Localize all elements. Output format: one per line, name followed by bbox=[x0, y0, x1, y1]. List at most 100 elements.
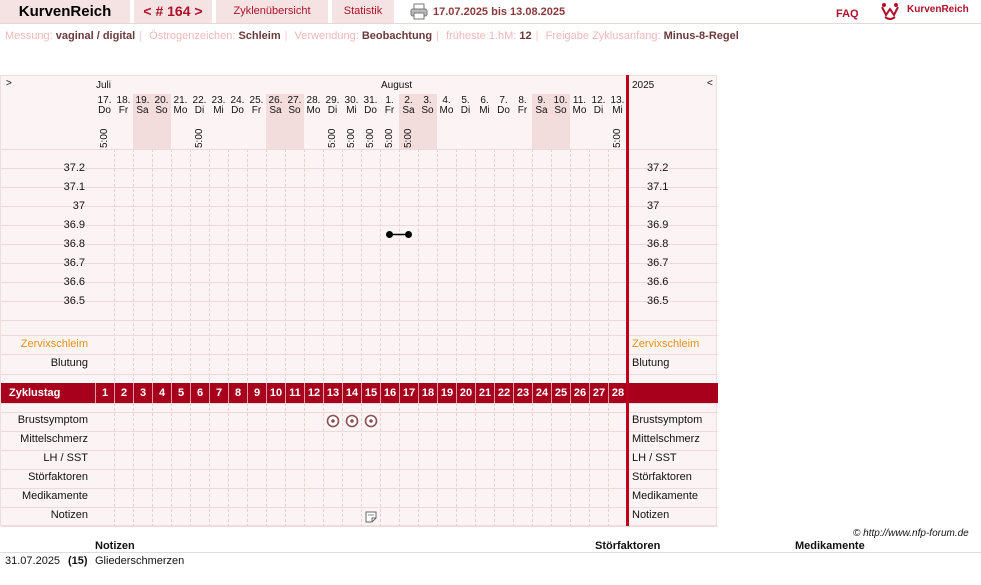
cycle-day[interactable]: 21 bbox=[475, 383, 494, 403]
cycle-day[interactable]: 15 bbox=[361, 383, 380, 403]
day-header[interactable]: 4. Mo bbox=[437, 96, 456, 116]
cycle-day[interactable]: 19 bbox=[437, 383, 456, 403]
statistics-link[interactable]: Statistik bbox=[332, 0, 394, 23]
day-header[interactable]: 31. Do bbox=[361, 96, 380, 116]
day-header[interactable]: 2. Sa bbox=[399, 96, 418, 116]
cycle-day[interactable]: 17 bbox=[399, 383, 418, 403]
year-label: 2025 bbox=[632, 80, 655, 91]
temp-point[interactable] bbox=[405, 231, 412, 238]
weekday: So bbox=[421, 105, 434, 116]
day-header[interactable]: 19. Sa bbox=[133, 96, 152, 116]
weekday: Fr bbox=[251, 105, 262, 116]
day-header[interactable]: 22. Di bbox=[190, 96, 209, 116]
grid-line bbox=[494, 149, 495, 381]
cycle-day[interactable]: 13 bbox=[323, 383, 342, 403]
measure-time: 5:00 bbox=[403, 128, 414, 148]
day-header[interactable]: 20. So bbox=[152, 96, 171, 116]
cycle-day[interactable]: 6 bbox=[190, 383, 209, 403]
row-line bbox=[1, 526, 718, 527]
cycle-day[interactable]: 4 bbox=[152, 383, 171, 403]
row-line bbox=[1, 187, 718, 188]
cycle-day[interactable]: 25 bbox=[551, 383, 570, 403]
day-header[interactable]: 26. Sa bbox=[266, 96, 285, 116]
cycle-day[interactable]: 8 bbox=[228, 383, 247, 403]
cycle-day[interactable]: 2 bbox=[114, 383, 133, 403]
cycle-day[interactable]: 28 bbox=[608, 383, 627, 403]
cycle-day[interactable]: 26 bbox=[570, 383, 589, 403]
breast-symptom-icon[interactable] bbox=[364, 414, 378, 428]
cycle-day[interactable]: 18 bbox=[418, 383, 437, 403]
cycle-day[interactable]: 24 bbox=[532, 383, 551, 403]
day-header[interactable]: 10. So bbox=[551, 96, 570, 116]
day-header[interactable]: 27. So bbox=[285, 96, 304, 116]
grid-line bbox=[551, 149, 552, 381]
weekday: Di bbox=[327, 105, 338, 116]
cycle-day[interactable]: 20 bbox=[456, 383, 475, 403]
day-header[interactable]: 21. Mo bbox=[171, 96, 190, 116]
day-header[interactable]: 8. Fr bbox=[513, 96, 532, 116]
prev-arrow[interactable]: > bbox=[6, 78, 12, 89]
cycle-day[interactable]: 7 bbox=[209, 383, 228, 403]
cycle-day[interactable]: 11 bbox=[285, 383, 304, 403]
cycle-day[interactable]: 27 bbox=[589, 383, 608, 403]
temp-label-right: 36.9 bbox=[647, 219, 669, 231]
cycle-day[interactable]: 3 bbox=[133, 383, 152, 403]
day-header[interactable]: 29. Di bbox=[323, 96, 342, 116]
grid-line bbox=[532, 149, 533, 381]
next-arrow[interactable]: < bbox=[707, 78, 713, 89]
day-header[interactable]: 12. Di bbox=[589, 96, 608, 116]
row-line bbox=[1, 469, 718, 470]
cycle-day[interactable]: 10 bbox=[266, 383, 285, 403]
cycle-day[interactable]: 12 bbox=[304, 383, 323, 403]
day-header[interactable]: 7. Do bbox=[494, 96, 513, 116]
temp-label-right: 36.5 bbox=[647, 295, 669, 307]
day-header[interactable]: 25. Fr bbox=[247, 96, 266, 116]
day-header[interactable]: 13. Mi bbox=[608, 96, 627, 116]
day-header[interactable]: 30. Mi bbox=[342, 96, 361, 116]
day-header[interactable]: 17. Do bbox=[95, 96, 114, 116]
grid-line bbox=[209, 149, 210, 381]
month-august: August bbox=[381, 80, 413, 91]
day-header[interactable]: 9. Sa bbox=[532, 96, 551, 116]
grid-line bbox=[190, 149, 191, 381]
cycle-day[interactable]: 9 bbox=[247, 383, 266, 403]
brand-title[interactable]: KurvenReich bbox=[0, 0, 130, 23]
grid-line bbox=[285, 149, 286, 381]
day-header[interactable]: 18. Fr bbox=[114, 96, 133, 116]
bleeding-label-right: Blutung bbox=[632, 357, 670, 369]
temp-label-right: 36.8 bbox=[647, 238, 669, 250]
weekday: Sa bbox=[269, 105, 282, 116]
day-header[interactable]: 24. Do bbox=[228, 96, 247, 116]
day-header[interactable]: 11. Mo bbox=[570, 96, 589, 116]
day-header[interactable]: 6. Mi bbox=[475, 96, 494, 116]
cycle-day[interactable]: 1 bbox=[95, 383, 114, 403]
note-icon[interactable] bbox=[365, 511, 377, 523]
measure-time: 5:00 bbox=[365, 128, 376, 148]
day-header[interactable]: 3. So bbox=[418, 96, 437, 116]
cycle-day[interactable]: 5 bbox=[171, 383, 190, 403]
disturb-label: Störfaktoren bbox=[28, 471, 88, 483]
grid-line bbox=[399, 403, 400, 527]
day-header[interactable]: 28. Mo bbox=[304, 96, 323, 116]
grid-line bbox=[380, 403, 381, 527]
grid-line bbox=[114, 403, 115, 527]
day-header[interactable]: 5. Di bbox=[456, 96, 475, 116]
day-header[interactable]: 23. Mi bbox=[209, 96, 228, 116]
cycle-day[interactable]: 14 bbox=[342, 383, 361, 403]
cycle-day[interactable]: 22 bbox=[494, 383, 513, 403]
breast-symptom-icon[interactable] bbox=[326, 414, 340, 428]
weekday: Mo bbox=[306, 105, 321, 116]
cycle-day[interactable]: 16 bbox=[380, 383, 399, 403]
cycle-day[interactable]: 23 bbox=[513, 383, 532, 403]
top-navigation: KurvenReich < # 164 > Zyklenübersicht St… bbox=[0, 0, 981, 24]
day-header[interactable]: 1. Fr bbox=[380, 96, 399, 116]
forum-url[interactable]: © http://www.nfp-forum.de bbox=[853, 528, 969, 539]
breast-symptom-icon[interactable] bbox=[345, 414, 359, 428]
weekday: Mi bbox=[213, 105, 224, 116]
faq-link[interactable]: FAQ bbox=[836, 2, 859, 26]
printer-icon[interactable] bbox=[410, 3, 428, 20]
temp-point[interactable] bbox=[386, 231, 393, 238]
cycle-overview-link[interactable]: Zyklenübersicht bbox=[216, 0, 328, 23]
note-day: (15) bbox=[68, 555, 88, 567]
cycle-navigator[interactable]: < # 164 > bbox=[134, 0, 212, 23]
